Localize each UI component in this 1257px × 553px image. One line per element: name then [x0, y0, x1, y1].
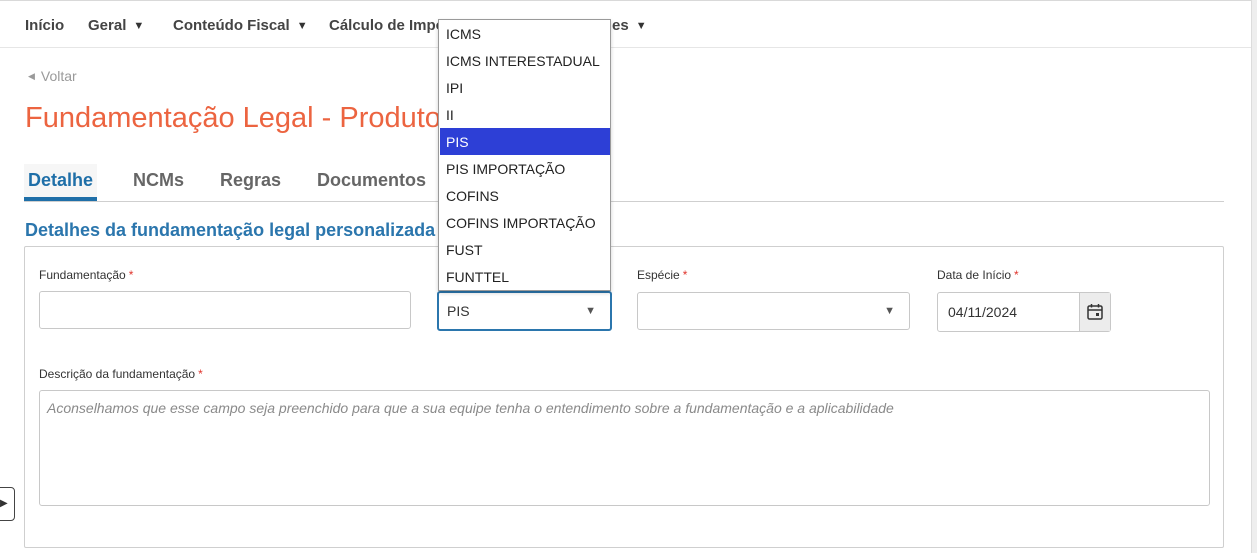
tab-detalhe[interactable]: Detalhe: [28, 170, 93, 191]
required-marker: *: [198, 367, 203, 381]
back-link[interactable]: ◀ Voltar: [28, 68, 77, 84]
section-title: Detalhes da fundamentação legal personal…: [25, 220, 436, 240]
active-tab-indicator: [24, 197, 97, 201]
tab-bar: Detalhe NCMs Regras Documentos: [24, 164, 1224, 202]
especie-label-text: Espécie: [637, 268, 680, 282]
required-marker: *: [128, 268, 134, 282]
nav-item-label: Conteúdo Fiscal: [173, 17, 290, 34]
nav-item-label: es: [612, 17, 629, 34]
tab-ncms[interactable]: NCMs: [133, 170, 184, 191]
form-panel: Fundamentação * PIS ▼ Espécie * ▼ Data de …: [24, 246, 1224, 548]
triangle-down-icon: ▼: [585, 305, 596, 317]
triangle-down-icon: ▼: [884, 305, 895, 317]
dropdown-option[interactable]: FUNTTEL: [440, 263, 610, 290]
especie-select[interactable]: ▼: [637, 292, 910, 330]
dropdown-option[interactable]: COFINS: [440, 182, 610, 209]
nav-item-geral[interactable]: Geral ▼: [88, 17, 144, 34]
top-navigation-bar: Início Geral ▼ Conteúdo Fiscal ▼ Cálculo d…: [0, 0, 1257, 48]
descricao-textarea[interactable]: Aconselhamos que esse campo seja preench…: [39, 390, 1210, 506]
tab-documentos[interactable]: Documentos: [317, 170, 426, 191]
dropdown-option[interactable]: II: [440, 101, 610, 128]
tributo-dropdown-list: ICMS ICMS INTERESTADUAL IPI II PIS PIS I…: [438, 19, 611, 291]
nav-item-conteudo-fiscal[interactable]: Conteúdo Fiscal ▼: [173, 17, 308, 34]
descricao-placeholder: Aconselhamos que esse campo seja preench…: [47, 400, 894, 416]
especie-label: Espécie *: [637, 268, 687, 282]
required-marker: *: [1014, 268, 1019, 282]
caret-down-icon: ▼: [133, 20, 145, 32]
fundamentacao-input[interactable]: [39, 291, 411, 329]
caret-right-icon: ▶: [0, 498, 8, 509]
caret-down-icon: ▼: [296, 20, 308, 32]
nav-item-label: Início: [25, 17, 65, 34]
fundamentacao-label-text: Fundamentação: [39, 268, 126, 282]
data-inicio-label: Data de Início *: [937, 268, 1019, 282]
dropdown-option[interactable]: ICMS: [440, 20, 610, 47]
nav-item-label: Geral: [88, 17, 127, 34]
dropdown-option[interactable]: ICMS INTERESTADUAL: [440, 47, 610, 74]
sidebar-toggle-button[interactable]: ▶: [0, 487, 15, 521]
page-title: Fundamentação Legal - Produto: [25, 102, 441, 134]
tributo-select[interactable]: PIS ▼: [437, 291, 612, 331]
nav-item-partial[interactable]: es ▼: [612, 17, 647, 34]
caret-left-icon: ◀: [28, 71, 35, 81]
nav-item-inicio[interactable]: Início: [25, 17, 64, 34]
required-marker: *: [682, 268, 688, 282]
calendar-button[interactable]: [1079, 293, 1110, 331]
caret-down-icon: ▼: [635, 20, 647, 32]
nav-item-calculo-de-impostos[interactable]: Cálculo de Impos: [329, 17, 453, 34]
dropdown-option[interactable]: IPI: [440, 74, 610, 101]
fundamentacao-label: Fundamentação *: [39, 268, 133, 282]
dropdown-option[interactable]: COFINS IMPORTAÇÃO: [440, 209, 610, 236]
descricao-label-text: Descrição da fundamentação: [39, 367, 196, 381]
data-inicio-field[interactable]: 04/11/2024: [937, 292, 1111, 332]
tab-regras[interactable]: Regras: [220, 170, 281, 191]
back-link-label: Voltar: [40, 68, 77, 84]
descricao-label: Descrição da fundamentação *: [39, 367, 203, 381]
tributo-select-value: PIS: [447, 303, 470, 319]
calendar-icon: [1087, 304, 1103, 320]
scrollbar[interactable]: [1251, 0, 1257, 553]
nav-item-label: Cálculo de Impos: [329, 17, 454, 34]
data-inicio-value: 04/11/2024: [948, 304, 1018, 320]
dropdown-option-selected[interactable]: PIS: [440, 128, 610, 155]
data-inicio-label-text: Data de Início: [937, 268, 1012, 282]
dropdown-option[interactable]: PIS IMPORTAÇÃO: [440, 155, 610, 182]
dropdown-option[interactable]: FUST: [440, 236, 610, 263]
